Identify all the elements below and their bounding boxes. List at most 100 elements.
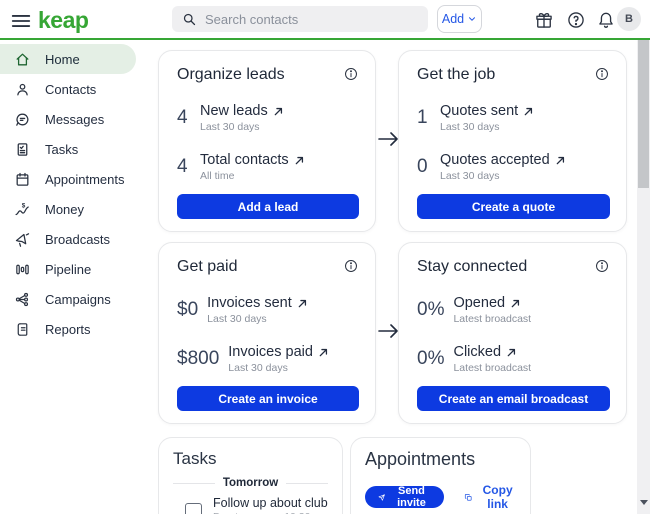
info-icon[interactable] xyxy=(343,258,359,274)
appointments-icon xyxy=(14,171,31,188)
stat-label: New leads xyxy=(200,103,268,119)
create-an-invoice-button[interactable]: Create an invoice xyxy=(177,386,359,411)
sidebar-item-reports[interactable]: Reports xyxy=(0,314,150,344)
gift-icon[interactable] xyxy=(534,10,554,30)
bell-icon[interactable] xyxy=(596,10,616,30)
copy-link-button[interactable]: Copy link xyxy=(464,483,516,511)
sidebar-item-label: Broadcasts xyxy=(45,232,110,247)
open-link-arrow-icon xyxy=(294,155,305,166)
sidebar-item-money[interactable]: $ Money xyxy=(0,194,150,224)
task-title: Follow up about club xyxy=(213,496,328,510)
search-icon xyxy=(182,12,197,27)
copy-icon xyxy=(464,491,473,504)
sidebar-item-label: Appointments xyxy=(45,172,125,187)
contacts-icon xyxy=(14,81,31,98)
scroll-down-arrow-icon[interactable] xyxy=(640,500,648,505)
stat-value: $800 xyxy=(177,348,219,370)
search-input[interactable]: Search contacts xyxy=(172,6,428,32)
info-icon[interactable] xyxy=(594,258,610,274)
money-icon: $ xyxy=(14,201,31,218)
info-icon[interactable] xyxy=(594,66,610,82)
sidebar-item-label: Home xyxy=(45,52,80,67)
stat-sublabel: Latest broadcast xyxy=(453,362,531,374)
open-link-arrow-icon xyxy=(318,347,329,358)
stat-clicked[interactable]: 0% Clicked Latest broadcast xyxy=(417,344,610,374)
stat-invoices-paid[interactable]: $800 Invoices paid Last 30 days xyxy=(177,344,359,374)
reports-icon xyxy=(14,321,31,338)
sidebar-item-home[interactable]: Home xyxy=(0,44,136,74)
keap-logo[interactable]: keap xyxy=(38,7,88,34)
send-invite-button[interactable]: Send invite xyxy=(365,486,444,508)
task-group-divider: Tomorrow xyxy=(173,477,328,489)
card-get-paid: Get paid $0 Invoices sent Last 30 days $… xyxy=(158,242,376,424)
search-placeholder: Search contacts xyxy=(205,12,298,27)
stat-value: $0 xyxy=(177,299,198,321)
card-stay-connected: Stay connected 0% Opened Latest broadcas… xyxy=(398,242,627,424)
task-group-label: Tomorrow xyxy=(223,477,278,489)
stat-quotes-sent[interactable]: 1 Quotes sent Last 30 days xyxy=(417,103,610,133)
sidebar-item-tasks[interactable]: Tasks xyxy=(0,134,150,164)
scrollbar-thumb[interactable] xyxy=(638,40,649,188)
add-button[interactable]: Add xyxy=(437,5,482,33)
campaigns-icon xyxy=(14,291,31,308)
stat-value: 0% xyxy=(417,299,444,321)
stat-sublabel: Last 30 days xyxy=(200,121,284,133)
stat-sublabel: Last 30 days xyxy=(440,121,534,133)
card-get-the-job: Get the job 1 Quotes sent Last 30 days 0… xyxy=(398,50,627,232)
stat-label: Clicked xyxy=(453,344,501,360)
stat-label: Invoices sent xyxy=(207,295,292,311)
home-icon xyxy=(14,51,31,68)
menu-icon[interactable] xyxy=(10,10,32,30)
stat-value: 0 xyxy=(417,156,431,178)
sidebar-item-pipeline[interactable]: Pipeline xyxy=(0,254,150,284)
appointments-title: Appointments xyxy=(365,449,516,470)
sidebar-item-contacts[interactable]: Contacts xyxy=(0,74,150,104)
create-an-email-broadcast-button[interactable]: Create an email broadcast xyxy=(417,386,610,411)
stat-sublabel: Last 30 days xyxy=(207,313,308,325)
stat-value: 0% xyxy=(417,348,444,370)
create-a-quote-button[interactable]: Create a quote xyxy=(417,194,610,219)
tasks-icon xyxy=(14,141,31,158)
sidebar-item-label: Tasks xyxy=(45,142,78,157)
sidebar-item-messages[interactable]: Messages xyxy=(0,104,150,134)
top-bar: keap Search contacts Add B xyxy=(0,0,650,40)
stat-sublabel: All time xyxy=(200,170,305,182)
stat-label: Invoices paid xyxy=(228,344,313,360)
task-item: Follow up about club Due tomorrow, 10:30… xyxy=(173,496,328,514)
sidebar-item-label: Pipeline xyxy=(45,262,91,277)
card-title: Get paid xyxy=(177,258,237,276)
sidebar-item-broadcasts[interactable]: Broadcasts xyxy=(0,224,150,254)
open-link-arrow-icon xyxy=(273,106,284,117)
send-icon xyxy=(378,492,385,503)
tasks-panel: Tasks Tomorrow Follow up about club Due … xyxy=(158,437,343,514)
task-checkbox[interactable] xyxy=(185,503,202,514)
stat-sublabel: Last 30 days xyxy=(228,362,329,374)
stat-invoices-sent[interactable]: $0 Invoices sent Last 30 days xyxy=(177,295,359,325)
avatar[interactable]: B xyxy=(617,7,641,31)
sidebar: Home Contacts Messages Tasks Appointment… xyxy=(0,40,150,514)
stat-new-leads[interactable]: 4 New leads Last 30 days xyxy=(177,103,359,133)
help-icon[interactable] xyxy=(566,10,586,30)
stat-label: Total contacts xyxy=(200,152,289,168)
stat-opened[interactable]: 0% Opened Latest broadcast xyxy=(417,295,610,325)
scrollbar-track[interactable] xyxy=(637,40,650,514)
card-title: Stay connected xyxy=(417,258,527,276)
stat-value: 4 xyxy=(177,107,191,129)
sidebar-item-appointments[interactable]: Appointments xyxy=(0,164,150,194)
sidebar-item-label: Money xyxy=(45,202,84,217)
add-a-lead-button[interactable]: Add a lead xyxy=(177,194,359,219)
keap-dashboard: keap Search contacts Add B Home Contacts xyxy=(0,0,650,514)
messages-icon xyxy=(14,111,31,128)
stat-label: Opened xyxy=(453,295,505,311)
info-icon[interactable] xyxy=(343,66,359,82)
stat-quotes-accepted[interactable]: 0 Quotes accepted Last 30 days xyxy=(417,152,610,182)
stat-sublabel: Latest broadcast xyxy=(453,313,531,325)
open-link-arrow-icon xyxy=(523,106,534,117)
open-link-arrow-icon xyxy=(555,155,566,166)
sidebar-item-label: Campaigns xyxy=(45,292,111,307)
stat-total-contacts[interactable]: 4 Total contacts All time xyxy=(177,152,359,182)
send-invite-label: Send invite xyxy=(391,485,431,509)
stat-sublabel: Last 30 days xyxy=(440,170,566,182)
sidebar-item-campaigns[interactable]: Campaigns xyxy=(0,284,150,314)
stat-label: Quotes sent xyxy=(440,103,518,119)
